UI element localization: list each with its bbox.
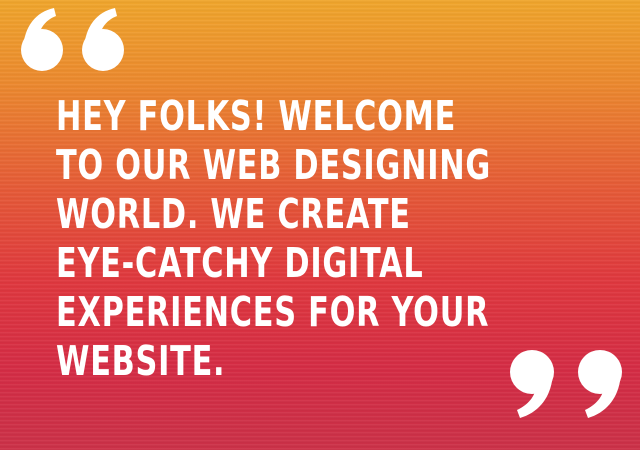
quote-text: HEY FOLKS! WELCOME TO OUR WEB DESIGNING … (56, 92, 492, 386)
quote-line: WEBSITE. (56, 337, 226, 385)
close-quote-icon (510, 350, 622, 418)
quote-line: WORLD. WE CREATE (56, 190, 411, 238)
quote-line: TO OUR WEB DESIGNING (56, 141, 492, 189)
open-quote-icon (21, 8, 124, 71)
quote-line: HEY FOLKS! WELCOME (56, 92, 457, 140)
quote-line: EYE-CATCHY DIGITAL (56, 239, 424, 287)
quote-line: EXPERIENCES FOR YOUR (56, 288, 490, 336)
quote-card: HEY FOLKS! WELCOME TO OUR WEB DESIGNING … (0, 0, 640, 450)
